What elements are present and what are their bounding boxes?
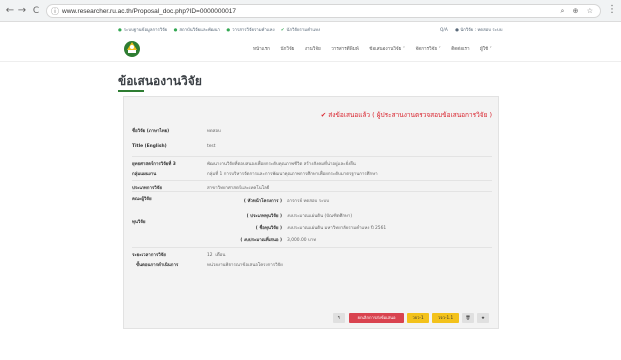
- browser-menu-icon[interactable]: ⋮: [607, 4, 617, 15]
- reload-icon[interactable]: C: [30, 5, 42, 17]
- budget-amount: 3,000.00: [287, 238, 307, 243]
- fund-type-value: งบประมาณแผ่นดิน (บัณฑิตศึกษา): [287, 214, 353, 219]
- nav-research[interactable]: งานวิจัย: [305, 47, 321, 52]
- university-logo[interactable]: [122, 38, 142, 58]
- field-duration: ระยะเวลาการวิจัย 12 เดือน: [132, 247, 492, 258]
- proposal-panel: ✔ ส่งข้อเสนอแล้ว ( ผู้ประสานงานตรวจสอบข้อ…: [123, 96, 499, 329]
- star-icon[interactable]: ★: [477, 313, 489, 323]
- address-bar[interactable]: ⓘ www.researcher.ru.ac.th/Proposal_doc.p…: [46, 4, 601, 18]
- team-head-value: อาจารย์ ทดสอบ ระบบ: [287, 199, 330, 204]
- field-label: Title (English): [132, 144, 167, 149]
- page-title: ข้อเสนองานวิจัย: [118, 74, 202, 88]
- fund-type-label: ( ประเภททุนวิจัย ): [246, 214, 282, 219]
- status-text: ส่งข้อเสนอแล้ว ( ผู้ประสานงานตรวจสอบข้อเ…: [328, 111, 492, 119]
- budget-label: ( งบประมาณที่เสนอ ): [240, 238, 282, 243]
- field-label: ประเภทการวิจัย: [132, 186, 162, 191]
- top-link[interactable]: ระบบฐานข้อมูลการวิจัย: [124, 28, 168, 33]
- nav-researchers[interactable]: นักวิจัย: [280, 47, 294, 52]
- field-label: ชื่อวิจัย (ภาษาไทย): [132, 129, 170, 134]
- field-value: test: [207, 144, 216, 149]
- site-header: หน้าแรก นักวิจัย งานวิจัย วารสารตีพิมพ์ …: [0, 34, 621, 62]
- fund-name-label: ( ชื่อทุนวิจัย ): [255, 226, 282, 231]
- forward-button[interactable]: →: [16, 5, 28, 17]
- budget-value: 3,000.00 บาท: [287, 236, 316, 243]
- field-value: สาขาวิทยาศาสตร์และเทคโนโลยี: [207, 186, 270, 191]
- bullet-icon: ●: [226, 28, 231, 33]
- field-label: คณะผู้วิจัย: [132, 197, 152, 202]
- field-value: กลุ่มที่ 1 การบริหารจัดการและการพัฒนาคุณ…: [207, 172, 378, 177]
- steps-link[interactable]: หน่วยงานพิจารณาข้อเสนอโครงการวิจัย: [207, 261, 283, 268]
- status-badge: ✔ ส่งข้อเสนอแล้ว ( ผู้ประสานงานตรวจสอบข้อ…: [321, 110, 492, 120]
- field-label: ระยะเวลาการวิจัย: [132, 253, 166, 258]
- check-icon: ✔: [320, 111, 327, 119]
- title-underline: [118, 90, 144, 92]
- fund-name-value: งบประมาณแผ่นดิน มหาวิทยาลัยรามคำแหง ปี 2…: [287, 226, 387, 231]
- delete-icon[interactable]: 🗑: [462, 313, 474, 323]
- user-area: Q/A ● นักวิจัย : ทดสอบ ระบบ: [440, 26, 502, 33]
- field-value: 12 เดือน: [207, 251, 225, 258]
- field-label: กลุ่มแผนงาน: [132, 172, 157, 177]
- cancel-submission-button[interactable]: ยกเลิกการส่งข้อเสนอ: [349, 313, 404, 323]
- nav-home[interactable]: หน้าแรก: [253, 47, 270, 52]
- team-head-label: ( หัวหน้าโครงการ ): [243, 199, 282, 204]
- duration-number: 12: [207, 253, 213, 258]
- nav-user[interactable]: ผู้ใช้ ˅: [480, 47, 492, 52]
- field-label: ทุนวิจัย: [132, 220, 146, 225]
- main-nav: หน้าแรก นักวิจัย งานวิจัย วารสารตีพิมพ์ …: [253, 46, 501, 53]
- nav-contact[interactable]: ติดต่อเรา: [451, 47, 469, 52]
- field-strategy: ยุทธศาสตร์การวิจัยที่ 3 พัฒนางานวิจัยที่…: [132, 156, 492, 167]
- field-label: ยุทธศาสตร์การวิจัยที่ 3: [132, 162, 176, 167]
- info-icon[interactable]: ⓘ: [51, 6, 59, 17]
- nav-journal[interactable]: วารสารตีพิมพ์: [331, 47, 359, 52]
- url-text[interactable]: www.researcher.ru.ac.th/Proposal_doc.php…: [62, 8, 236, 15]
- bullet-icon: ●: [118, 28, 122, 33]
- top-info-bar: ● ระบบฐานข้อมูลการวิจัย ● สถาบันวิจัยและพั…: [0, 23, 621, 34]
- top-links: ● ระบบฐานข้อมูลการวิจัย ● สถาบันวิจัยและพั…: [118, 26, 325, 33]
- form-1-1-button[interactable]: วจว-1.1: [432, 313, 459, 323]
- user-name[interactable]: นักวิจัย : ทดสอบ ระบบ: [460, 28, 502, 33]
- check-icon: ✔: [280, 28, 285, 33]
- back-icon[interactable]: ↰: [333, 313, 345, 323]
- bullet-icon: ●: [173, 28, 178, 33]
- qa-link[interactable]: Q/A: [440, 28, 448, 33]
- address-bar-icons[interactable]: ⌕ ⊕ ☆: [560, 7, 596, 16]
- field-label: ขั้นตอนการดำเนินการ: [136, 263, 179, 268]
- browser-toolbar: ← → C ⓘ www.researcher.ru.ac.th/Proposal…: [0, 0, 621, 22]
- budget-unit: บาท: [307, 238, 317, 243]
- top-link[interactable]: วารสารวิจัยรามคำแหง: [232, 28, 274, 33]
- top-link[interactable]: สถาบันวิจัยและพัฒนา: [179, 28, 220, 33]
- nav-proposals[interactable]: ข้อเสนองานวิจัย ˅: [369, 47, 405, 52]
- field-value: ทดสอบ: [207, 129, 221, 134]
- duration-unit: เดือน: [215, 253, 226, 258]
- nav-manage[interactable]: จัดการวิจัย ˅: [416, 47, 441, 52]
- top-link[interactable]: นักวิจัยรามคำแหง: [287, 28, 321, 33]
- field-type: ประเภทการวิจัย สาขาวิทยาศาสตร์และเทคโนโล…: [132, 180, 492, 191]
- form-1-button[interactable]: วจว-1: [407, 313, 429, 323]
- user-icon: ●: [455, 28, 459, 33]
- back-button[interactable]: ←: [4, 5, 16, 17]
- field-value: พัฒนางานวิจัยที่ตอบสนองเพื่อยกระดับคุณภา…: [207, 162, 356, 167]
